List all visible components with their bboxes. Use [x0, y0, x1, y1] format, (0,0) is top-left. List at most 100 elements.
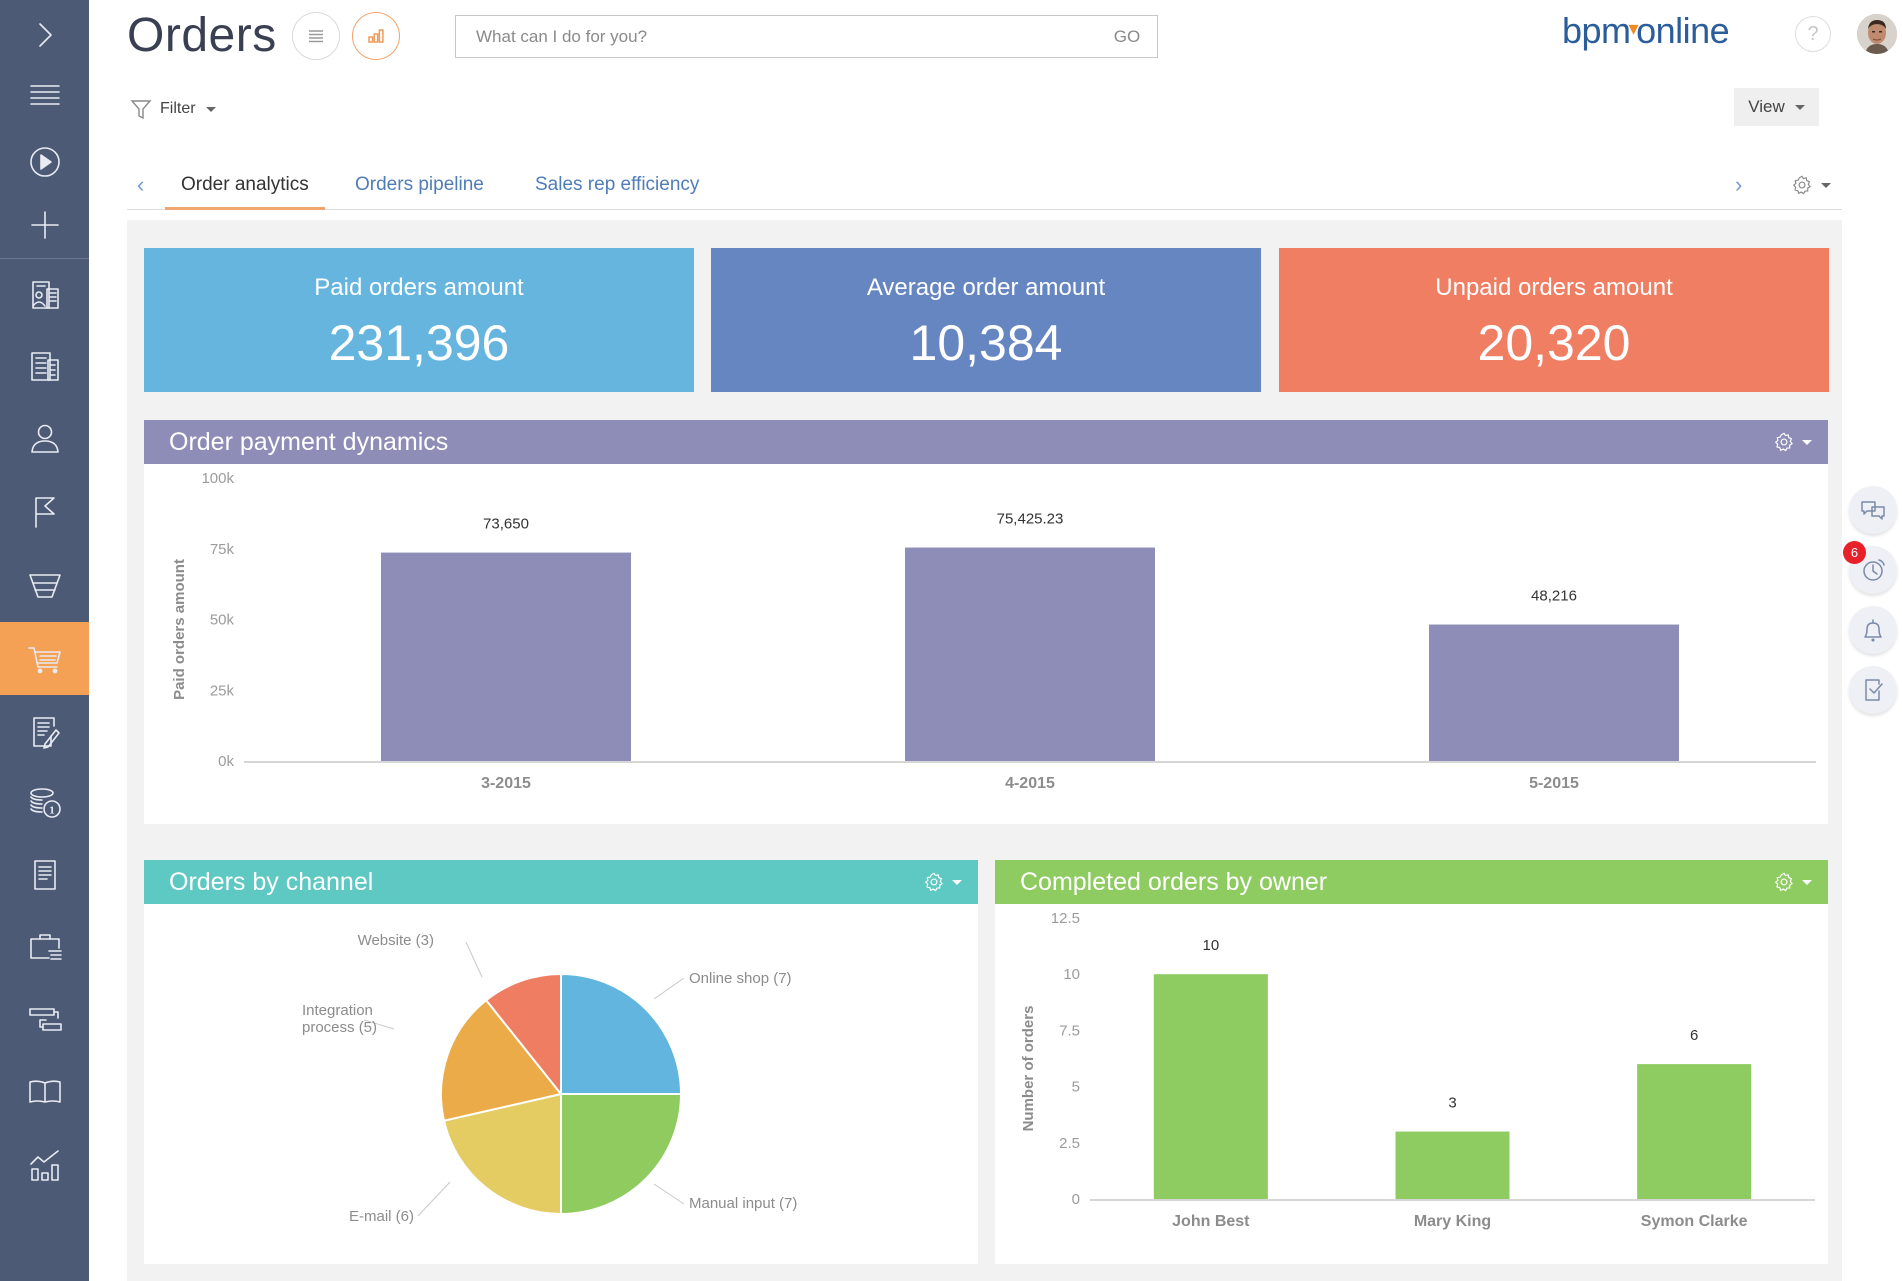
bar-data-label: 3: [1448, 1095, 1456, 1112]
chevron-right-icon: [38, 23, 52, 47]
sidebar-item-processes[interactable]: [0, 127, 89, 197]
cart-icon: [27, 646, 61, 673]
building-icon: [30, 352, 59, 381]
list-view-button[interactable]: [292, 12, 340, 60]
bar: [905, 547, 1155, 761]
sidebar-item-add[interactable]: [0, 190, 89, 260]
pie-label-connector: [417, 1181, 451, 1217]
sidebar-item-documents[interactable]: [0, 840, 89, 910]
panel-title: Order payment dynamics: [169, 428, 449, 456]
book-icon: [28, 1080, 61, 1103]
tabs-prev-arrow[interactable]: ‹: [137, 172, 144, 198]
gear-icon: [1774, 872, 1793, 892]
kpi-paid-orders[interactable]: Paid orders amount 231,396: [144, 248, 694, 392]
sidebar-item-orders[interactable]: [0, 622, 89, 695]
owner-bar-chart: 0 2.5 5 7.5 10 12.5 Number of orders 10 John Bes…: [1020, 910, 1815, 1230]
logo-right: online: [1636, 10, 1730, 51]
page-title: Orders: [127, 9, 277, 62]
sidebar-item-contacts[interactable]: [0, 404, 89, 474]
y-tick-label: 7.5: [1059, 1022, 1080, 1039]
gear-icon: [1774, 432, 1793, 452]
coins-icon: 1: [29, 788, 61, 818]
pie-slice-label: E-mail (6): [349, 1208, 414, 1225]
analytics-view-button[interactable]: [352, 12, 400, 60]
sidebar-item-accounts[interactable]: [0, 332, 89, 402]
caret-down-icon: [1821, 182, 1831, 188]
pie-slice-label: Manual input (7): [689, 1195, 797, 1212]
panel-header: Completed orders by owner: [995, 860, 1828, 904]
kpi-average-order[interactable]: Average order amount 10,384: [711, 248, 1261, 392]
panel-header: Order payment dynamics: [144, 420, 1828, 464]
gear-icon: [1792, 175, 1811, 195]
command-search: GO: [455, 15, 1158, 58]
gear-icon: [924, 872, 943, 892]
x-category-label: 3-2015: [481, 775, 531, 792]
y-tick-label: 0k: [218, 753, 234, 770]
payment-bar-chart: 0k 25k 50k 75k 100k Paid orders amount 73,650 3…: [171, 470, 1816, 792]
user-avatar[interactable]: [1857, 14, 1897, 54]
bell-icon: [1864, 619, 1882, 642]
pie-label-connector: [653, 977, 685, 1000]
y-tick-label: 50k: [210, 612, 235, 629]
sidebar-item-opportunities[interactable]: [0, 550, 89, 620]
filter-button[interactable]: Filter: [130, 96, 216, 122]
alarm-clock-icon: [1863, 559, 1885, 581]
sidebar-item-analytics[interactable]: [0, 1131, 89, 1201]
dashboard-settings-button[interactable]: [1791, 174, 1831, 196]
y-tick-label: 0: [1072, 1191, 1080, 1208]
kpi-label: Paid orders amount: [314, 274, 524, 301]
channel-pie-chart: Online shop (7) Manual input (7) E-mail (6…: [302, 932, 797, 1225]
rail-notifications-button[interactable]: [1849, 606, 1897, 654]
logo-dot: ▾: [1628, 18, 1639, 40]
tab-orders-pipeline[interactable]: Orders pipeline: [355, 174, 484, 210]
kpi-label: Average order amount: [866, 274, 1106, 301]
sidebar-item-projects[interactable]: [0, 912, 89, 982]
kpi-value: 20,320: [1477, 315, 1631, 371]
briefcase-icon: [29, 934, 62, 960]
pie-slice: [560, 1093, 683, 1216]
sidebar-item-leads[interactable]: [0, 477, 89, 547]
sidebar-divider: [0, 258, 89, 259]
bar: [1429, 624, 1679, 761]
tabs-next-arrow[interactable]: ›: [1735, 172, 1742, 198]
view-button[interactable]: View: [1734, 88, 1819, 126]
chat-bubbles-icon: [1861, 501, 1885, 520]
pie-slice-label: Online shop (7): [689, 970, 792, 987]
tab-order-analytics[interactable]: Order analytics: [165, 174, 325, 210]
document-pen-icon: [32, 717, 60, 749]
question-icon: ?: [1807, 22, 1819, 45]
bar: [1637, 1064, 1752, 1199]
caret-down-icon: [1802, 439, 1812, 445]
document-icon: [33, 860, 56, 890]
svg-text:1: 1: [49, 805, 55, 817]
sidebar-item-menu[interactable]: [0, 60, 89, 130]
bar-data-label: 6: [1690, 1027, 1698, 1044]
dashboard-content: Paid orders amount 231,396 Average order…: [127, 220, 1842, 1281]
hamburger-icon: [29, 85, 60, 105]
help-button[interactable]: ?: [1795, 16, 1831, 52]
rail-tasks-button[interactable]: [1849, 666, 1897, 714]
tab-sales-rep-efficiency[interactable]: Sales rep efficiency: [535, 174, 699, 210]
kpi-unpaid-orders[interactable]: Unpaid orders amount 20,320: [1279, 248, 1829, 392]
panel-settings-button[interactable]: [1773, 431, 1812, 453]
sidebar-item-knowledge-base[interactable]: [0, 1057, 89, 1127]
kpi-label: Unpaid orders amount: [1435, 274, 1673, 301]
reminders-count-badge: 6: [1843, 541, 1866, 564]
list-view-icon: [309, 30, 323, 43]
panel-settings-button[interactable]: [1773, 871, 1812, 893]
sidebar-item-contacts-accounts[interactable]: [0, 261, 89, 331]
sidebar-item-invoices[interactable]: 1: [0, 768, 89, 838]
rail-chat-button[interactable]: [1849, 486, 1897, 534]
sidebar-item-gantt[interactable]: [0, 985, 89, 1055]
order-payment-dynamics-panel: Order payment dynamics 0k 25k 50k 75k 100k Pa…: [144, 420, 1828, 824]
sidebar-item-contracts[interactable]: [0, 697, 89, 767]
dashboard-tabs: ‹ Order analytics Orders pipeline Sales …: [127, 166, 1842, 210]
pie-label-connector: [653, 1183, 685, 1205]
go-button[interactable]: GO: [1097, 16, 1157, 57]
bar: [1153, 974, 1268, 1199]
search-input[interactable]: [456, 16, 1097, 57]
completed-orders-by-owner-panel: Completed orders by owner 0 2.5 5 7.5 10 12.5…: [995, 860, 1828, 1264]
funnel-icon: [28, 574, 61, 598]
bar-data-label: 73,650: [483, 516, 529, 533]
panel-settings-button[interactable]: [923, 871, 962, 893]
